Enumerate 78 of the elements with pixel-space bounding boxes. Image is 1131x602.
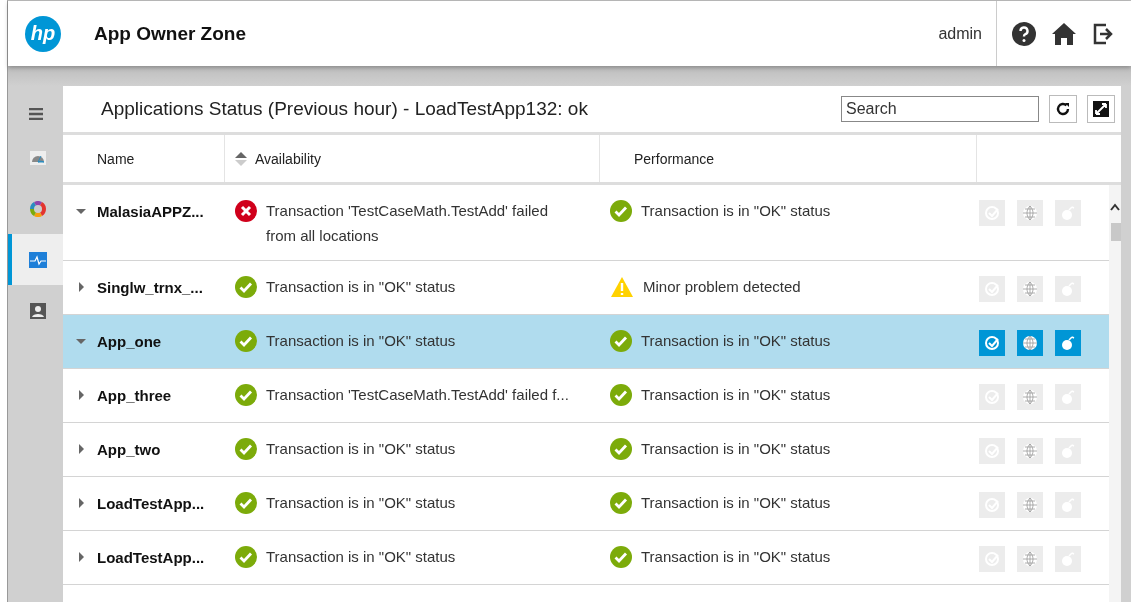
status-text: Transaction is in "OK" status: [266, 493, 456, 513]
check-icon: [610, 492, 632, 514]
refresh-icon: [1056, 102, 1070, 116]
globe-button[interactable]: [1017, 492, 1043, 518]
home-button[interactable]: [1051, 20, 1077, 47]
logo: hp: [25, 15, 61, 52]
error-icon: [235, 200, 257, 222]
globe-icon: [1022, 389, 1038, 405]
app-name: App_three: [97, 386, 172, 404]
home-icon: [1051, 21, 1077, 46]
sort-icon[interactable]: [235, 151, 247, 166]
app-name: Singlw_trnx_...: [97, 278, 203, 296]
search-field[interactable]: Search: [841, 96, 1039, 122]
status-text: Transaction is in "OK" status: [641, 547, 831, 567]
globe-button[interactable]: [1017, 276, 1043, 302]
status-text: Transaction is in "OK" status: [641, 201, 831, 221]
globe-icon: [1022, 281, 1038, 297]
app-name: LoadTestApp...: [97, 494, 205, 512]
status-text: Transaction is in "OK" status: [641, 439, 831, 459]
status-text: Transaction is in "OK" status: [266, 547, 456, 567]
menu-icon: [28, 108, 43, 120]
column-header[interactable]: Availability: [255, 150, 321, 167]
app-name: App_one: [97, 332, 162, 350]
status-text: Transaction is in "OK" status: [641, 493, 831, 513]
app-name: LoadTestApp...: [97, 548, 205, 566]
status-text: Transaction is in "OK" status: [266, 439, 456, 459]
bomb-icon: [1060, 335, 1076, 351]
check-icon: [610, 200, 632, 222]
status-text: Transaction 'TestCaseMath.TestAdd' failed f...: [266, 385, 569, 405]
globe-icon: [1022, 205, 1038, 221]
scrollbar-thumb[interactable]: [1111, 223, 1121, 241]
check-icon: [235, 330, 257, 352]
check-icon: [235, 492, 257, 514]
globe-button[interactable]: [1017, 384, 1043, 410]
scroll-up-icon[interactable]: [1110, 203, 1120, 211]
check-icon: [984, 335, 1000, 351]
status-text: Transaction is in "OK" status: [266, 277, 456, 297]
check-icon: [610, 384, 632, 406]
globe-icon: [1022, 497, 1038, 513]
help-icon: [1012, 21, 1036, 46]
person-icon: [29, 302, 46, 319]
status-text: Transaction 'TestCaseMath.TestAdd' failed from all locations: [266, 201, 549, 246]
column-header[interactable]: Name: [97, 150, 135, 167]
globe-icon: [1022, 551, 1038, 567]
globe-button[interactable]: [1017, 438, 1043, 464]
warning-icon: [610, 276, 634, 298]
ring-icon: [29, 200, 46, 217]
globe-icon: [1022, 335, 1038, 351]
check-icon: [235, 546, 257, 568]
panel-title: Applications Status (Previous hour) - LoadTestApp132: ok: [101, 98, 589, 120]
globe-button[interactable]: [1017, 546, 1043, 572]
check-button[interactable]: [979, 330, 1005, 356]
globe-icon: [1022, 443, 1038, 459]
gauge-icon: [29, 150, 46, 165]
globe-button[interactable]: [1017, 200, 1043, 226]
refresh-button[interactable]: [1049, 95, 1077, 123]
expand-button[interactable]: [1087, 95, 1115, 123]
check-icon: [610, 330, 632, 352]
app-name: MalasiaAPPZ...: [97, 202, 204, 220]
check-icon: [610, 546, 632, 568]
status-text: Transaction is in "OK" status: [641, 331, 831, 351]
column-header[interactable]: Performance: [634, 150, 715, 167]
check-icon: [235, 276, 257, 298]
table-row[interactable]: App_one Transaction is in "OK" status Transaction is in "OK" status: [63, 315, 1109, 369]
check-icon: [610, 438, 632, 460]
app-title: App Owner Zone: [94, 22, 247, 45]
status-text: Transaction is in "OK" status: [266, 331, 456, 351]
expand-icon: [1093, 101, 1109, 117]
app-name: App_two: [97, 440, 161, 458]
status-text: Minor problem detected: [643, 277, 801, 297]
help-button[interactable]: [1011, 20, 1037, 47]
check-icon: [235, 438, 257, 460]
check-icon: [235, 384, 257, 406]
bomb-button[interactable]: [1055, 330, 1081, 356]
pulse-icon: [28, 251, 47, 268]
globe-button[interactable]: [1017, 330, 1043, 356]
sidebar-item[interactable]: [8, 234, 63, 285]
status-text: Transaction is in "OK" status: [641, 385, 831, 405]
